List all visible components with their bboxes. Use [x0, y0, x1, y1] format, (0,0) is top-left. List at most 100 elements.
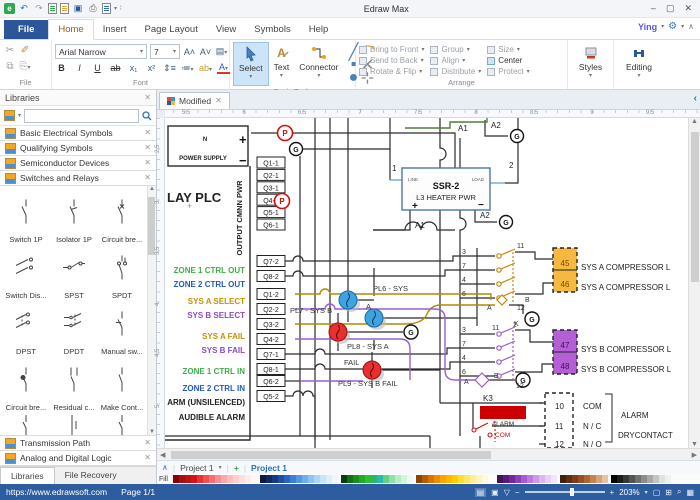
page-view-icon[interactable]: ▣ [491, 488, 499, 497]
close-panel-icon[interactable]: ✕ [144, 94, 151, 102]
styles-button[interactable]: Styles▾ [574, 42, 607, 86]
account-dropdown-icon[interactable]: ▾ [661, 23, 664, 30]
bullet-list-icon[interactable]: ≔▾ [181, 63, 194, 74]
fit-width-icon[interactable]: ⊞ [665, 488, 672, 497]
symbol-switch-1p[interactable]: Switch 1P [2, 188, 50, 244]
close-library-icon[interactable]: ✕ [144, 454, 151, 462]
symbol-circuit-breaker[interactable]: Circuit bre... [98, 188, 146, 244]
gear-icon[interactable]: ⚙ [668, 21, 677, 32]
undo-icon[interactable]: ↶ [18, 3, 30, 15]
new-document-icon[interactable] [48, 3, 57, 14]
account-name[interactable]: Ying [638, 22, 657, 32]
tab-page-layout[interactable]: Page Layout [135, 20, 206, 39]
text-tool-button[interactable]: A̷ Text▾ [269, 42, 295, 86]
scroll-up-icon[interactable]: ▲ [691, 118, 698, 125]
scroll-right-icon[interactable]: ▶ [689, 451, 700, 459]
protect-button[interactable]: Protect▾ [487, 67, 529, 76]
symbol-circuit-breaker-2[interactable]: Circuit bre... [2, 356, 50, 412]
page-list-label[interactable]: Project 1 [180, 463, 214, 473]
print-icon[interactable]: ⎙ [87, 3, 99, 15]
color-swatch[interactable] [602, 475, 608, 483]
font-name-select[interactable]: Arial Narrow▾ [55, 44, 147, 59]
superscript-icon[interactable]: x² [145, 63, 158, 73]
connector-tool-button[interactable]: Connector▾ [294, 42, 343, 86]
grow-font-icon[interactable]: A˄ [183, 47, 196, 57]
open-file-icon[interactable] [60, 3, 69, 14]
line-spacing-icon[interactable]: ⇕≡ [163, 63, 176, 74]
horizontal-scrollbar-thumb[interactable] [171, 451, 491, 459]
zoom-slider-knob[interactable] [570, 488, 574, 496]
paste-icon[interactable]: ⎘▾ [19, 61, 30, 72]
status-url[interactable]: https://www.edrawsoft.com [6, 487, 107, 497]
minimize-button[interactable]: – [651, 3, 656, 14]
add-page-button[interactable]: + [234, 463, 239, 473]
page-list-collapse-icon[interactable]: ∧ [162, 463, 168, 472]
color-swatch[interactable] [551, 475, 557, 483]
copy-icon[interactable]: ⧉ [6, 61, 13, 72]
color-swatch[interactable] [251, 475, 257, 483]
bold-icon[interactable]: B [55, 63, 68, 73]
distribute-button[interactable]: Distribute▾ [430, 67, 481, 76]
zoom-in-icon[interactable]: + [610, 488, 615, 497]
close-library-icon[interactable]: ✕ [144, 159, 151, 167]
underline-icon[interactable]: U [91, 63, 104, 73]
library-group-analog-digital-logic[interactable]: Analog and Digital Logic ✕ [0, 451, 156, 466]
color-swatch[interactable] [407, 475, 413, 483]
close-document-icon[interactable]: ✕ [215, 97, 222, 105]
redo-icon[interactable]: ↷ [33, 3, 45, 15]
zoom-dropdown-icon[interactable]: ▾ [645, 489, 648, 496]
library-group-qualifying[interactable]: Qualifying Symbols ✕ [0, 141, 156, 156]
subscript-icon[interactable]: x₁ [127, 63, 140, 73]
close-library-icon[interactable]: ✕ [144, 144, 151, 152]
symbol-manual-switch[interactable]: Manual sw... [98, 300, 146, 356]
symbol-partial[interactable] [50, 412, 98, 436]
horizontal-scrollbar[interactable]: ◀ ▶ [157, 448, 700, 460]
save-icon[interactable]: ▣ [72, 3, 84, 15]
collapse-ribbon-icon[interactable]: ∧ [688, 22, 694, 31]
symbol-partial[interactable] [2, 412, 50, 436]
symbol-residual-current[interactable]: Residual c... [50, 356, 98, 412]
symbol-spst[interactable]: SPST [50, 244, 98, 300]
font-size-select[interactable]: 7▾ [150, 44, 180, 59]
cut-icon[interactable]: ✂ [6, 45, 14, 56]
editing-button[interactable]: Editing▾ [621, 42, 657, 86]
scroll-left-icon[interactable]: ◀ [157, 451, 168, 459]
library-group-semiconductor[interactable]: Semiconductor Devices ✕ [0, 156, 156, 171]
select-tool-button[interactable]: Select▾ [233, 42, 269, 86]
library-menu-dropdown-icon[interactable]: ▾ [18, 112, 21, 119]
library-menu-icon[interactable] [4, 110, 15, 121]
highlight-icon[interactable]: ab▾ [199, 63, 212, 73]
page-tab-project1[interactable]: Project 1 [251, 463, 287, 473]
tab-home[interactable]: Home [48, 19, 93, 40]
zoom-out-icon[interactable]: − [515, 488, 520, 497]
tab-file-recovery[interactable]: File Recovery [55, 467, 127, 484]
align-button[interactable]: Align▾ [430, 56, 481, 65]
search-icon[interactable] [142, 111, 152, 121]
close-library-icon[interactable]: ✕ [144, 129, 151, 137]
close-library-icon[interactable]: ✕ [144, 439, 151, 447]
close-library-icon[interactable]: ✕ [144, 174, 151, 182]
export-icon[interactable] [102, 3, 111, 14]
rotate-flip-button[interactable]: Rotate & Flip▾ [359, 67, 424, 76]
normal-view-icon[interactable]: ▤ [475, 488, 487, 497]
italic-icon[interactable]: I [73, 63, 86, 73]
vertical-scrollbar[interactable]: ▲ ▼ [688, 118, 700, 448]
fit-page-icon[interactable]: ▢ [653, 488, 661, 497]
zoom-slider[interactable] [525, 491, 605, 493]
send-to-back-button[interactable]: Send to Back▾ [359, 56, 424, 65]
library-group-switches-relays[interactable]: Switches and Relays ✕ [0, 171, 156, 186]
symbol-make-contact[interactable]: Make Cont... [98, 356, 146, 412]
scroll-down-icon[interactable]: ▼ [149, 429, 155, 435]
maximize-button[interactable]: ▢ [666, 3, 675, 14]
qat-dropdown-icon[interactable]: ▾ [114, 5, 117, 12]
settings-dropdown-icon[interactable]: ▾ [681, 23, 684, 30]
symbol-switch-disconnector[interactable]: Switch Dis... [2, 244, 50, 300]
tab-insert[interactable]: Insert [94, 20, 136, 39]
color-swatch[interactable] [488, 475, 494, 483]
drawing-canvas[interactable]: N POWER SUPPLY + − LAY PLC OUTPUT CMNN P… [165, 118, 688, 448]
tab-symbols[interactable]: Symbols [245, 20, 299, 39]
center-button[interactable]: Center [487, 56, 529, 65]
page-list-dropdown-icon[interactable]: ▾ [219, 464, 222, 471]
format-painter-icon[interactable]: ✐ [21, 45, 29, 56]
magnifier-icon[interactable]: ⌕ [677, 487, 681, 497]
